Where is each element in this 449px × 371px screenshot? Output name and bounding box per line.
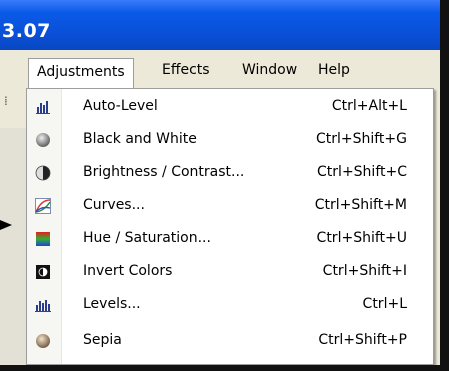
- menu-item-hue-saturation[interactable]: Hue / Saturation... Ctrl+Shift+U: [27, 223, 433, 255]
- menu-item-shortcut: Ctrl+L: [362, 296, 407, 312]
- brightness-contrast-icon: [35, 165, 51, 181]
- toolbar-grip-icon: ⁞: [4, 94, 8, 108]
- window-frame-right: [440, 0, 449, 371]
- menu-item-brightness-contrast[interactable]: Brightness / Contrast... Ctrl+Shift+C: [27, 157, 433, 189]
- menu-item-label: Auto-Level: [83, 98, 158, 114]
- menu-item-invert-colors[interactable]: Invert Colors Ctrl+Shift+I: [27, 256, 433, 288]
- menu-item-label: Hue / Saturation...: [83, 230, 211, 246]
- menu-item-label: Curves...: [83, 197, 145, 213]
- left-toolbar-strip: ⁞: [0, 88, 26, 365]
- menu-item-sepia[interactable]: Sepia Ctrl+Shift+P: [27, 325, 433, 357]
- auto-level-icon: [36, 101, 50, 114]
- black-white-icon: [36, 133, 50, 147]
- menu-item-label: Invert Colors: [83, 263, 173, 279]
- curves-icon: [35, 198, 51, 214]
- menu-item-auto-level[interactable]: Auto-Level Ctrl+Alt+L: [27, 91, 433, 123]
- menu-item-shortcut: Ctrl+Shift+I: [322, 263, 407, 279]
- menu-item-label: Levels...: [83, 296, 141, 312]
- menu-item-shortcut: Ctrl+Shift+P: [318, 332, 407, 348]
- pointer-arrow-icon: [0, 220, 12, 230]
- menu-window[interactable]: Window: [234, 59, 305, 81]
- left-panel: [0, 128, 26, 365]
- menu-item-shortcut: Ctrl+Shift+C: [317, 164, 407, 180]
- menu-item-shortcut: Ctrl+Alt+L: [331, 98, 407, 114]
- menu-item-label: Black and White: [83, 131, 197, 147]
- menu-item-black-and-white[interactable]: Black and White Ctrl+Shift+G: [27, 124, 433, 156]
- window-title: 3.07: [2, 20, 51, 42]
- levels-icon: [35, 300, 51, 312]
- sepia-icon: [36, 334, 50, 348]
- window-frame-bottom: [0, 365, 449, 371]
- menu-item-shortcut: Ctrl+Shift+U: [316, 230, 407, 246]
- menu-item-label: Sepia: [83, 332, 122, 348]
- menu-item-levels[interactable]: Levels... Ctrl+L: [27, 289, 433, 321]
- menu-item-shortcut: Ctrl+Shift+M: [314, 197, 407, 213]
- menu-effects[interactable]: Effects: [154, 59, 218, 81]
- menu-item-shortcut: Ctrl+Shift+G: [315, 131, 407, 147]
- menu-help[interactable]: Help: [310, 59, 358, 81]
- menu-item-curves[interactable]: Curves... Ctrl+Shift+M: [27, 190, 433, 222]
- hue-saturation-icon: [36, 232, 50, 246]
- menu-adjustments[interactable]: Adjustments: [28, 58, 134, 90]
- title-bar: 3.07: [0, 0, 440, 50]
- menu-bar: Adjustments Effects Window Help: [20, 50, 440, 90]
- invert-colors-icon: [36, 265, 50, 279]
- menu-item-label: Brightness / Contrast...: [83, 164, 245, 180]
- adjustments-dropdown-menu: Auto-Level Ctrl+Alt+L Black and White Ct…: [26, 88, 434, 365]
